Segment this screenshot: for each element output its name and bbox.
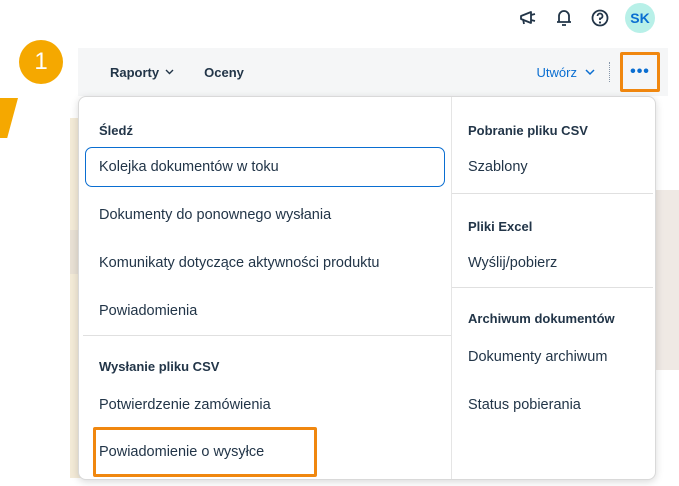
create-button[interactable]: Utwórz — [537, 65, 595, 80]
callout-arrow — [0, 98, 18, 138]
section-divider — [83, 335, 451, 336]
menu-item-download-status[interactable]: Status pobierania — [468, 397, 581, 413]
menu-item-order-confirmation[interactable]: Potwierdzenie zamówienia — [99, 397, 271, 413]
section-divider — [452, 287, 653, 288]
tab-reports-label: Raporty — [110, 64, 160, 80]
column-divider — [451, 97, 452, 479]
section-title-excel: Pliki Excel — [468, 219, 533, 234]
menu-item-archive-documents[interactable]: Dokumenty archiwum — [468, 349, 607, 365]
user-avatar[interactable]: SK — [625, 3, 655, 33]
callout-marker: 1 — [19, 40, 63, 84]
more-menu: Śledź Kolejka dokumentów w toku Dokument… — [78, 96, 656, 480]
page: SK 1 Raporty Oceny Utwórz ••• Śledź Kole… — [0, 0, 679, 486]
more-button[interactable]: ••• — [620, 52, 660, 92]
menu-item-product-activity[interactable]: Komunikaty dotyczące aktywności produktu — [99, 255, 379, 271]
menu-item-notifications[interactable]: Powiadomienia — [99, 303, 197, 319]
section-divider — [452, 193, 653, 194]
tab-ratings[interactable]: Oceny — [204, 65, 244, 80]
chevron-down-icon — [585, 68, 595, 75]
help-icon[interactable] — [589, 7, 611, 29]
menu-item-documents-queue[interactable]: Kolejka dokumentów w toku — [99, 159, 279, 175]
section-title-csv-upload: Wysłanie pliku CSV — [99, 359, 220, 374]
menu-item-shipping-notice[interactable]: Powiadomienie o wysyłce — [99, 444, 264, 460]
shell-bar: SK — [517, 3, 655, 33]
toolbar: Raporty Oceny Utwórz ••• — [78, 48, 668, 96]
megaphone-icon[interactable] — [517, 7, 539, 29]
create-button-label: Utwórz — [536, 64, 577, 80]
menu-item-templates[interactable]: Szablony — [468, 159, 528, 175]
bell-icon[interactable] — [553, 7, 575, 29]
toolbar-separator — [609, 62, 610, 82]
menu-item-upload-download[interactable]: Wyślij/pobierz — [468, 255, 557, 271]
chevron-down-icon — [165, 69, 174, 75]
section-title-archive: Archiwum dokumentów — [468, 311, 615, 326]
menu-item-documents-resend[interactable]: Dokumenty do ponownego wysłania — [99, 207, 331, 223]
tab-reports[interactable]: Raporty — [110, 65, 174, 80]
section-title-csv-download: Pobranie pliku CSV — [468, 123, 588, 138]
section-title-track: Śledź — [99, 123, 133, 138]
